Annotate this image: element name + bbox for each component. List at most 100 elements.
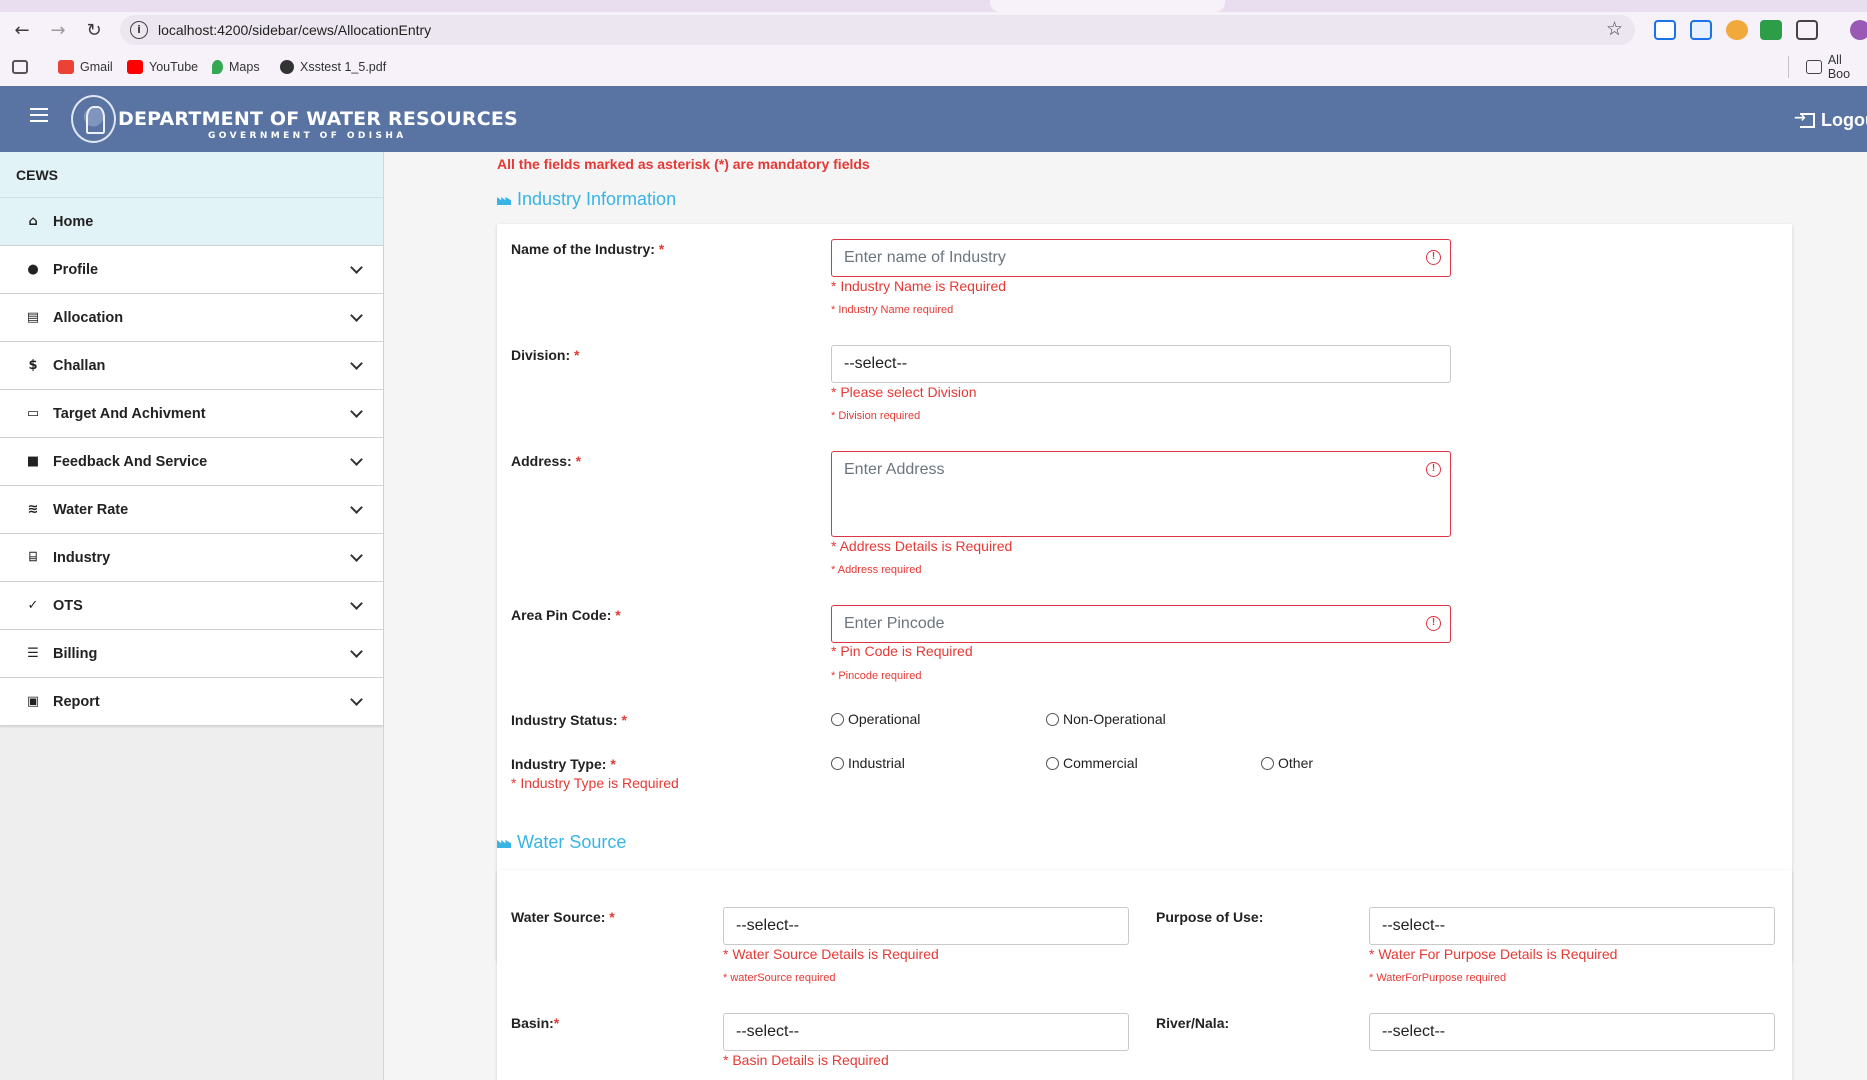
radio-circle[interactable] xyxy=(831,756,844,770)
radio-circle[interactable] xyxy=(1046,756,1059,770)
industry-name-label: Name of the Industry: * xyxy=(511,241,665,257)
basin-label: Basin:* xyxy=(511,1015,560,1031)
basin-select[interactable]: --select-- xyxy=(723,1013,1129,1051)
menu-icon[interactable] xyxy=(30,108,48,126)
site-info-icon[interactable]: i xyxy=(130,21,148,39)
sidebar-item-feedback[interactable]: ■ Feedback And Service xyxy=(0,438,383,486)
industry-type-label: Industry Type: * xyxy=(511,756,616,772)
sidebar-item-profile[interactable]: ● Profile xyxy=(0,246,383,294)
browser-tabstrip xyxy=(0,0,1867,12)
gmail-icon xyxy=(58,60,74,74)
purpose-label: Purpose of Use: xyxy=(1156,909,1264,925)
radio-commercial[interactable]: Commercial xyxy=(1046,755,1138,771)
extension-icon[interactable] xyxy=(1726,20,1748,40)
dollar-icon: $ xyxy=(28,358,38,373)
radio-circle[interactable] xyxy=(831,712,844,726)
android-extension-icon[interactable] xyxy=(1760,20,1782,40)
note-add-icon: ▤ xyxy=(26,310,40,325)
library-books-icon: ▣ xyxy=(26,694,40,709)
sidebar-item-target[interactable]: ▭ Target And Achivment xyxy=(0,390,383,438)
sidebar-item-ots[interactable]: ✓ OTS xyxy=(0,582,383,630)
maps-icon xyxy=(212,60,223,74)
back-icon[interactable]: ← xyxy=(6,12,38,48)
bookmark-gmail[interactable]: Gmail xyxy=(58,58,113,76)
logout-button[interactable]: Logou xyxy=(1794,110,1867,131)
inbox-icon: ▭ xyxy=(26,406,40,421)
industry-name-error-small: * Industry Name required xyxy=(831,304,954,316)
url-text[interactable]: localhost:4200/sidebar/cews/AllocationEn… xyxy=(158,22,431,38)
sidebar-item-allocation[interactable]: ▤ Allocation xyxy=(0,294,383,342)
industry-type-error: * Industry Type is Required xyxy=(511,775,679,791)
all-bookmarks[interactable]: All Boo xyxy=(1806,53,1867,81)
division-error-small: * Division required xyxy=(831,410,921,422)
bookmark-xsstest[interactable]: Xsstest 1_5.pdf xyxy=(280,58,386,76)
division-select[interactable]: --select-- xyxy=(831,345,1451,383)
industry-name-input[interactable]: Enter name of Industry! xyxy=(831,239,1451,277)
pincode-error: * Pin Code is Required xyxy=(831,643,973,659)
bookmark-star-icon[interactable]: ☆ xyxy=(1606,18,1623,40)
folder-icon xyxy=(1806,60,1822,74)
radio-other[interactable]: Other xyxy=(1261,755,1313,771)
forward-icon[interactable]: → xyxy=(42,12,74,48)
bookmark-maps[interactable]: Maps xyxy=(212,58,260,76)
sidebar-title: CEWS xyxy=(0,152,383,198)
industry-section-title: Industry Information xyxy=(497,189,676,210)
division-label: Division: * xyxy=(511,347,580,363)
feedback-icon: ■ xyxy=(26,454,40,469)
sidebar-item-report[interactable]: ▣ Report xyxy=(0,678,383,726)
main-content: All the fields marked as asterisk (*) ar… xyxy=(384,152,1867,1080)
translate-extension-icon[interactable] xyxy=(1690,20,1712,40)
address-textarea[interactable]: Enter Address! xyxy=(831,451,1451,537)
sidebar-item-water-rate[interactable]: ≋ Water Rate xyxy=(0,486,383,534)
sidebar-item-industry[interactable]: ⌸ Industry xyxy=(0,534,383,582)
sidebar-item-billing[interactable]: ☰ Billing xyxy=(0,630,383,678)
radio-non-operational[interactable]: Non-Operational xyxy=(1046,711,1166,727)
river-select[interactable]: --select-- xyxy=(1369,1013,1775,1051)
water-section-title: Water Source xyxy=(497,832,626,853)
chevron-down-icon xyxy=(350,597,363,610)
purpose-select[interactable]: --select-- xyxy=(1369,907,1775,945)
chevron-down-icon xyxy=(350,405,363,418)
purpose-error: * Water For Purpose Details is Required xyxy=(1369,946,1618,962)
factory-icon xyxy=(497,194,511,205)
radio-operational[interactable]: Operational xyxy=(831,711,920,727)
radio-circle[interactable] xyxy=(1261,756,1274,770)
browser-tab[interactable] xyxy=(990,0,1225,12)
reload-icon[interactable]: ↻ xyxy=(78,12,110,48)
cast-extension-icon[interactable] xyxy=(1654,20,1676,40)
bookmark-youtube[interactable]: YouTube xyxy=(127,58,198,76)
profile-avatar[interactable] xyxy=(1850,20,1867,40)
bookmarks-bar: Gmail YouTube Maps Xsstest 1_5.pdf All B… xyxy=(0,48,1867,86)
chevron-down-icon xyxy=(350,309,363,322)
sidebar-item-challan[interactable]: $ Challan xyxy=(0,342,383,390)
bank-icon: ⌸ xyxy=(29,550,37,565)
water-source-select[interactable]: --select-- xyxy=(723,907,1129,945)
radio-circle[interactable] xyxy=(1046,712,1059,726)
chevron-down-icon xyxy=(350,501,363,514)
pincode-input[interactable]: Enter Pincode! xyxy=(831,605,1451,643)
account-circle-icon: ● xyxy=(27,262,39,277)
sidebar-item-home[interactable]: ⌂ Home xyxy=(0,198,383,246)
logout-icon xyxy=(1794,110,1815,128)
industry-name-error: * Industry Name is Required xyxy=(831,278,1007,294)
bookmarks-divider xyxy=(1788,56,1789,78)
chevron-down-icon xyxy=(350,453,363,466)
river-label: River/Nala: xyxy=(1156,1015,1230,1031)
puzzle-extensions-icon[interactable] xyxy=(1796,20,1818,40)
water-source-error: * Water Source Details is Required xyxy=(723,946,939,962)
industry-status-label: Industry Status: * xyxy=(511,712,627,728)
list-icon: ☰ xyxy=(27,646,39,661)
water-source-card: Water Source: * --select-- * Water Sourc… xyxy=(497,870,1792,1080)
error-icon: ! xyxy=(1426,462,1441,477)
address-error: * Address Details is Required xyxy=(831,538,1013,554)
globe-icon xyxy=(280,60,294,74)
chevron-down-icon xyxy=(350,261,363,274)
apps-grid-icon[interactable] xyxy=(12,58,34,76)
error-icon: ! xyxy=(1426,616,1441,631)
basin-error: * Basin Details is Required xyxy=(723,1052,889,1068)
purpose-error-small: * WaterForPurpose required xyxy=(1369,972,1507,984)
mandatory-note: All the fields marked as asterisk (*) ar… xyxy=(497,156,870,172)
chevron-down-icon xyxy=(350,549,363,562)
address-bar[interactable]: i localhost:4200/sidebar/cews/Allocation… xyxy=(120,15,1635,45)
radio-industrial[interactable]: Industrial xyxy=(831,755,905,771)
